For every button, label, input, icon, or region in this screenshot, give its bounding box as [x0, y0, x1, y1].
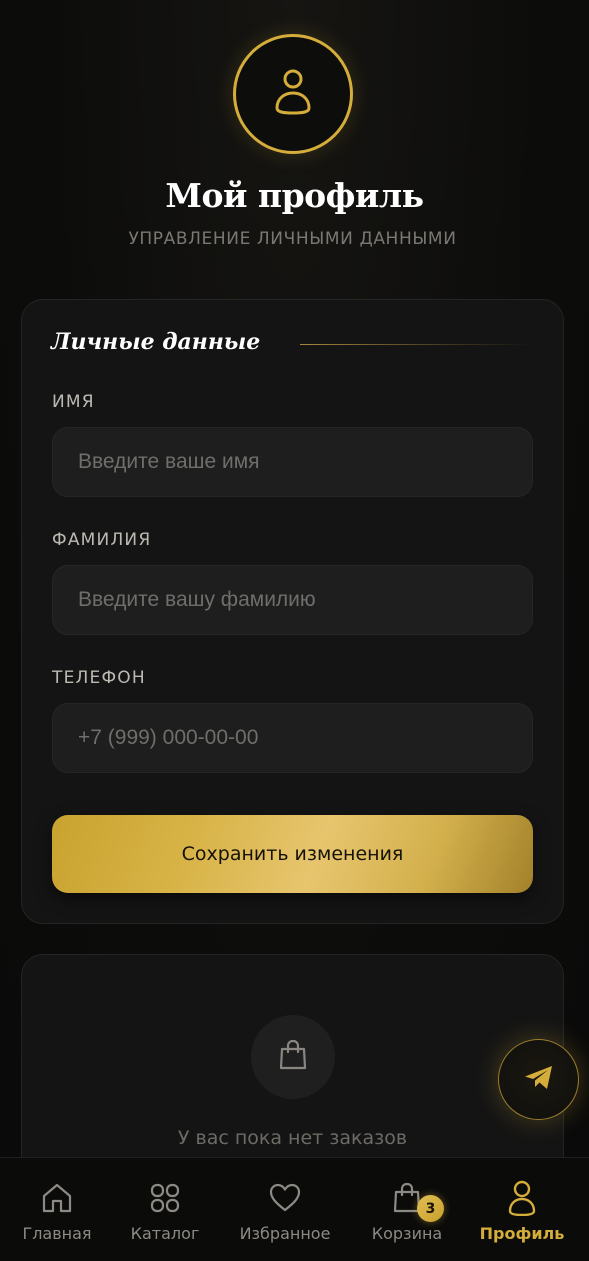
phone-field[interactable] — [52, 703, 533, 773]
last-name-label: ФАМИЛИЯ — [52, 530, 152, 550]
bottom-nav: Главная Каталог Избранное Корзина Профил… — [0, 1157, 589, 1261]
empty-orders-text: У вас пока нет заказов — [177, 1127, 408, 1149]
telegram-button[interactable] — [498, 1039, 579, 1120]
paper-plane-icon — [524, 1065, 554, 1095]
save-button[interactable]: Сохранить изменения — [52, 815, 533, 893]
nav-label-cart: Корзина — [371, 1224, 443, 1243]
first-name-label: ИМЯ — [52, 392, 95, 412]
page-title: Мой профиль — [165, 176, 424, 215]
phone-label: ТЕЛЕФОН — [52, 668, 146, 688]
heart-icon — [269, 1181, 301, 1215]
nav-item-home[interactable]: Главная — [17, 1158, 97, 1261]
nav-label-home: Главная — [22, 1224, 92, 1243]
user-icon — [507, 1180, 537, 1216]
section-divider — [300, 344, 532, 345]
section-title: Личные данные — [51, 329, 261, 355]
shopping-bag-icon — [278, 1039, 308, 1075]
first-name-field[interactable] — [52, 427, 533, 497]
page-subtitle: УПРАВЛЕНИЕ ЛИЧНЫМИ ДАННЫМИ — [128, 229, 457, 249]
nav-label-catalog: Каталог — [130, 1224, 200, 1243]
last-name-field[interactable] — [52, 565, 533, 635]
avatar — [233, 34, 353, 154]
cart-count-badge: 3 — [417, 1195, 444, 1222]
nav-label-favorites: Избранное — [239, 1224, 331, 1243]
nav-label-profile: Профиль — [479, 1224, 565, 1243]
orders-empty-icon-wrap — [251, 1015, 335, 1099]
grid-icon — [150, 1181, 180, 1215]
nav-item-favorites[interactable]: Избранное — [235, 1158, 335, 1261]
user-icon — [273, 68, 313, 120]
home-icon — [41, 1181, 73, 1215]
nav-item-profile[interactable]: Профиль — [477, 1158, 567, 1261]
nav-item-catalog[interactable]: Каталог — [125, 1158, 205, 1261]
